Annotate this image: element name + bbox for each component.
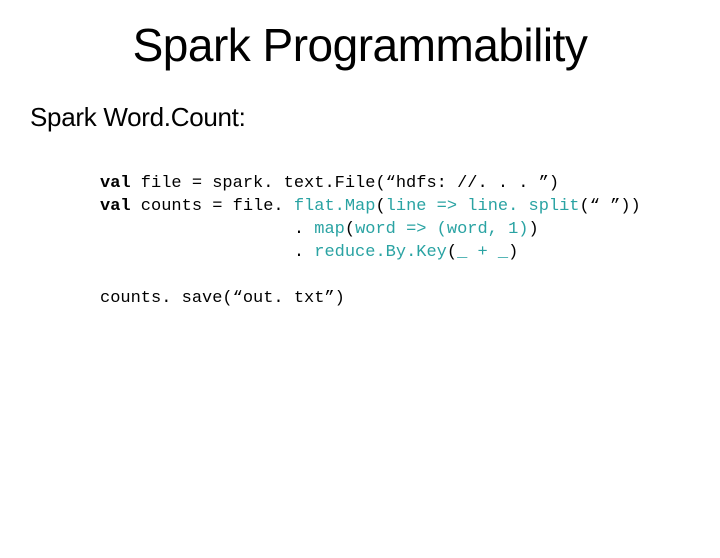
slide-subtitle: Spark Word.Count: bbox=[30, 102, 720, 133]
method-map: map bbox=[314, 220, 345, 239]
code-text: ( bbox=[447, 243, 457, 262]
keyword-val: val bbox=[100, 197, 131, 216]
lambda-arg: word => (word, 1) bbox=[355, 220, 528, 239]
code-text: (“ ”)) bbox=[580, 197, 641, 216]
code-indent: . bbox=[100, 220, 314, 239]
method-reducebykey: reduce.By.Key bbox=[314, 243, 447, 262]
code-text: counts. save(“out. txt”) bbox=[100, 289, 345, 308]
code-text: counts = file. bbox=[131, 197, 294, 216]
code-text: ) bbox=[508, 243, 518, 262]
code-indent: . bbox=[100, 243, 314, 262]
slide-title: Spark Programmability bbox=[0, 18, 720, 72]
code-block: val file = spark. text.File(“hdfs: //. .… bbox=[100, 173, 720, 311]
lambda-arg: line => line. split bbox=[386, 197, 580, 216]
code-text: ) bbox=[529, 220, 539, 239]
method-flatmap: flat.Map bbox=[294, 197, 376, 216]
code-text: file = spark. text.File(“hdfs: //. . . ”… bbox=[131, 174, 559, 193]
code-text: ( bbox=[345, 220, 355, 239]
keyword-val: val bbox=[100, 174, 131, 193]
code-text: ( bbox=[375, 197, 385, 216]
lambda-arg: _ + _ bbox=[457, 243, 508, 262]
